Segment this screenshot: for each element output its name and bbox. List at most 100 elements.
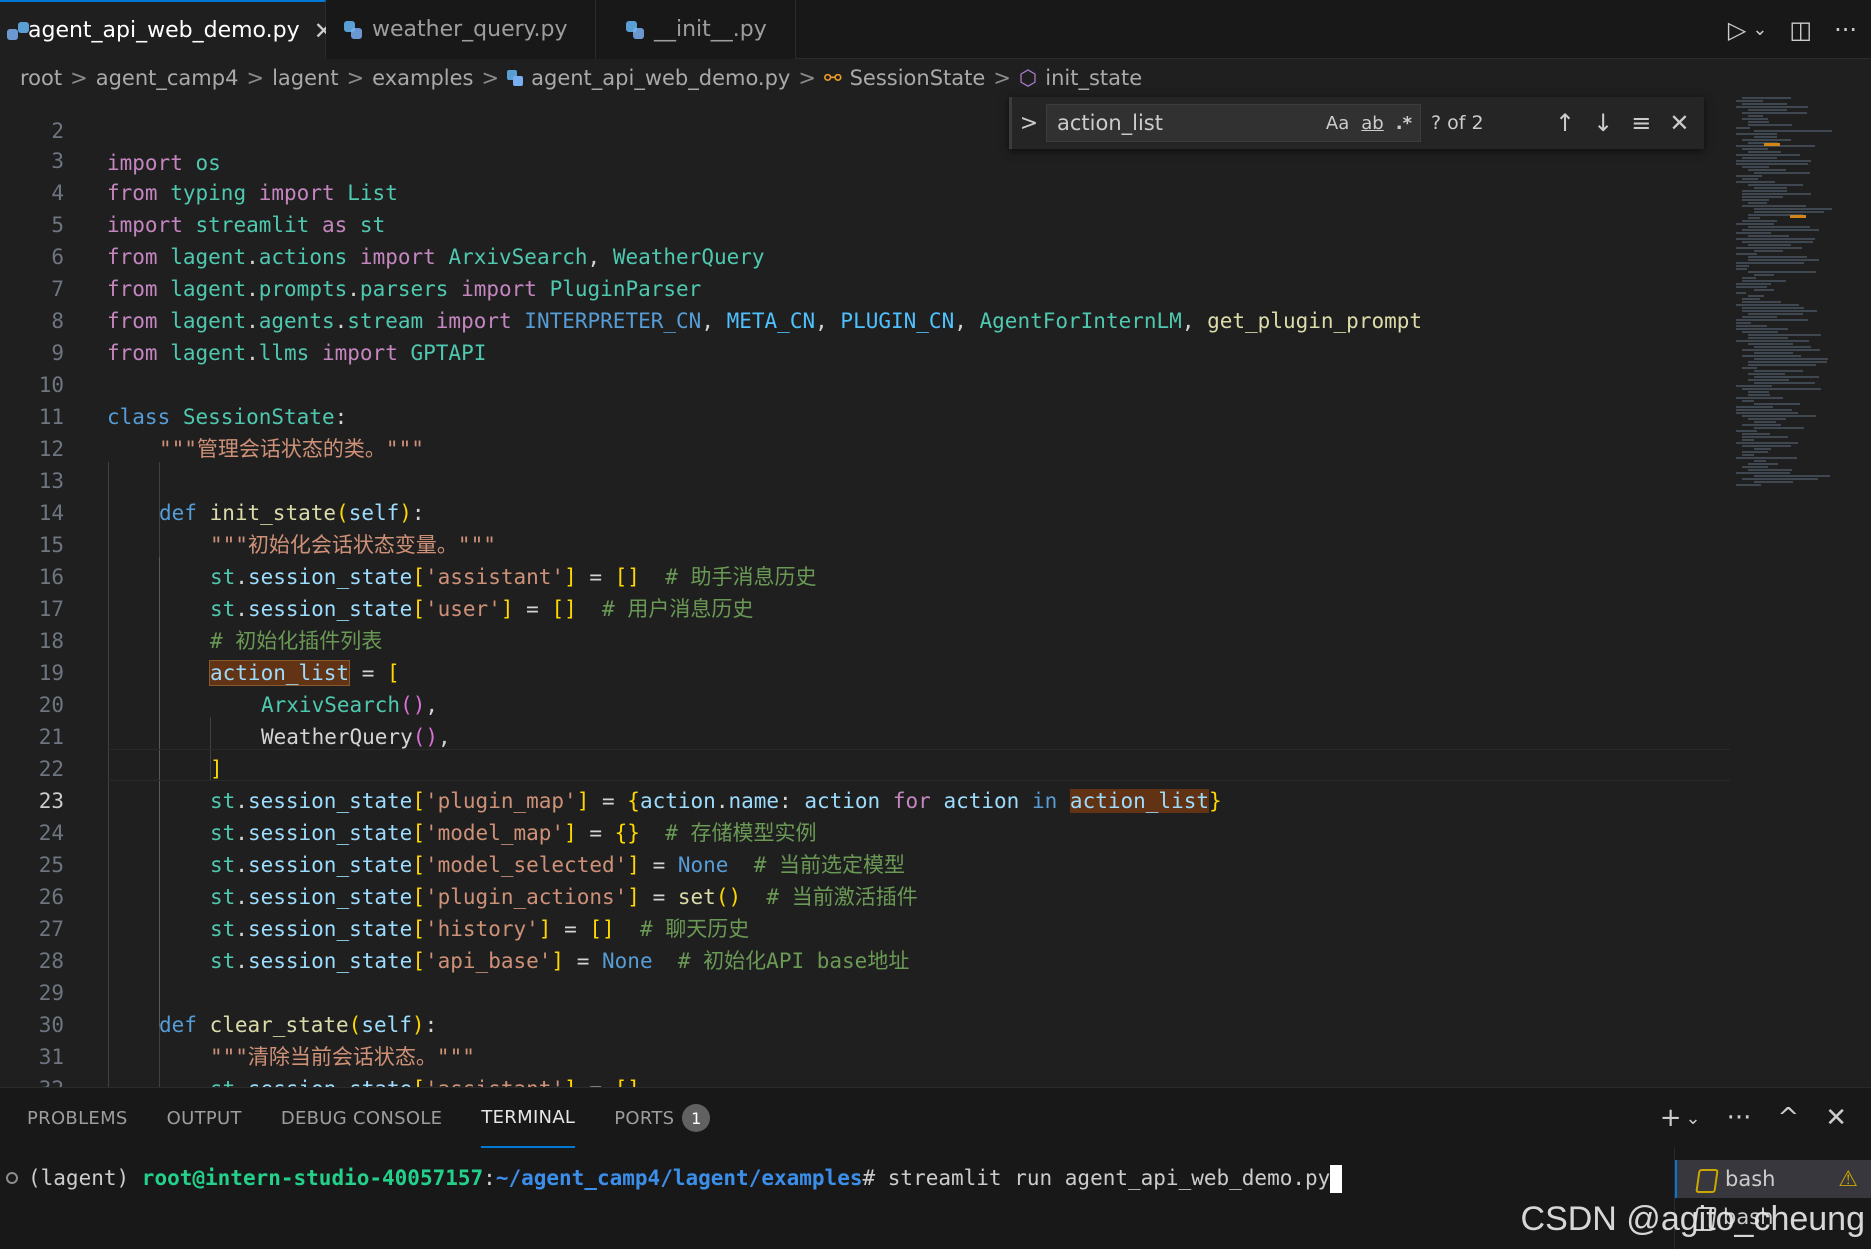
minimap-line — [1748, 334, 1822, 336]
tab-agent-api-web-demo[interactable]: agent_api_web_demo.py ✕ — [0, 0, 334, 59]
minimap-line — [1742, 439, 1754, 441]
minimap-line — [1736, 292, 1747, 294]
find-in-selection-icon[interactable]: ≡ — [1631, 109, 1651, 137]
minimap-line — [1736, 328, 1789, 330]
minimap-line — [1742, 229, 1819, 231]
code-line: 26 st.session_state['history'] = [] # 聊天… — [0, 849, 1730, 941]
code-line: 29 def clear_state(self): — [0, 945, 1730, 1037]
new-terminal-plus-icon[interactable]: + — [1660, 1103, 1682, 1133]
split-editor-icon[interactable]: ◫ — [1789, 16, 1812, 44]
minimap-line — [1754, 352, 1794, 354]
code-line: 31 st.session_state['assistant'] = [] — [0, 1009, 1730, 1087]
minimap-line — [1742, 148, 1769, 150]
match-whole-word-icon[interactable]: ab — [1361, 113, 1383, 134]
minimap-line — [1754, 382, 1815, 384]
minimap-line — [1736, 223, 1774, 225]
breadcrumb-method[interactable]: init_state — [1045, 66, 1142, 90]
minimap-line — [1748, 364, 1817, 366]
regex-icon[interactable]: .* — [1396, 113, 1412, 134]
tab-terminal[interactable]: TERMINAL — [481, 1088, 576, 1148]
minimap-line — [1742, 415, 1816, 417]
minimap-line — [1748, 217, 1760, 219]
code-line: 7 from lagent.agents.stream import INTER… — [0, 241, 1730, 333]
previous-match-arrow-up-icon[interactable]: ↑ — [1555, 109, 1575, 137]
minimap-line — [1754, 427, 1804, 429]
toggle-replace-chevron-icon[interactable]: > — [1012, 111, 1046, 136]
minimap-line — [1742, 388, 1822, 390]
minimap-line — [1742, 112, 1807, 114]
chevron-right-icon: > — [346, 66, 365, 90]
terminal-bash-icon — [1695, 1168, 1715, 1190]
terminal-prompt-line[interactable]: (lagent) root@intern-studio-40057157:~/a… — [28, 1158, 1343, 1198]
minimap-line — [1742, 157, 1777, 159]
minimap-line — [1754, 136, 1778, 138]
minimap-line — [1736, 457, 1797, 459]
minimap-line — [1742, 436, 1788, 438]
minimap-line — [1736, 340, 1809, 342]
minimap-line — [1748, 115, 1764, 117]
code-line: 28 — [0, 913, 1730, 973]
more-actions-icon[interactable]: ··· — [1727, 1103, 1752, 1133]
tab-output[interactable]: OUTPUT — [167, 1088, 242, 1148]
tab-debug-console[interactable]: DEBUG CONSOLE — [281, 1088, 443, 1148]
match-case-icon[interactable]: Aa — [1326, 113, 1349, 134]
minimap-line — [1748, 109, 1787, 111]
code-line: 22 st.session_state['plugin_map'] = {act… — [0, 721, 1730, 813]
minimap-line — [1742, 280, 1787, 282]
minimap[interactable] — [1734, 97, 1854, 497]
terminal-prompt-symbol: # — [862, 1166, 888, 1190]
terminal-cursor — [1330, 1165, 1343, 1193]
close-find-icon[interactable]: ✕ — [1669, 109, 1689, 137]
tab-weather-query[interactable]: weather_query.py — [326, 0, 596, 59]
find-input[interactable]: action_list Aa ab .* — [1046, 104, 1421, 142]
next-match-arrow-down-icon[interactable]: ↓ — [1593, 109, 1613, 137]
terminal-user-host: root@intern-studio-40057157 — [141, 1166, 484, 1190]
new-terminal-menu-chevron-icon[interactable]: ⌄ — [1686, 1108, 1701, 1129]
close-panel-icon[interactable]: ✕ — [1825, 1103, 1847, 1133]
code-line: 9 — [0, 305, 1730, 365]
watermark: CSDN @agito_cheung — [1520, 1200, 1865, 1238]
breadcrumb-class[interactable]: SessionState — [850, 66, 986, 90]
breadcrumb-agent-camp4[interactable]: agent_camp4 — [96, 66, 239, 90]
chevron-right-icon: > — [993, 66, 1011, 90]
minimap-line — [1742, 367, 1758, 369]
minimap-line — [1754, 481, 1793, 483]
minimap-line — [1748, 121, 1770, 123]
minimap-line — [1736, 322, 1751, 324]
tab-problems[interactable]: PROBLEMS — [27, 1088, 128, 1148]
terminal-command: streamlit run agent_api_web_demo.py — [887, 1166, 1331, 1190]
minimap-line — [1742, 205, 1806, 207]
minimap-line — [1748, 337, 1788, 339]
terminal-item-bash-1[interactable]: bash ⚠ — [1675, 1160, 1871, 1198]
minimap-line — [1736, 265, 1749, 267]
code-line: 27 st.session_state['api_base'] = None #… — [0, 881, 1730, 973]
terminal-path: ~/agent_camp4/lagent/examples — [495, 1166, 863, 1190]
breadcrumb-file[interactable]: agent_api_web_demo.py — [531, 66, 790, 90]
more-actions-icon[interactable]: ··· — [1834, 16, 1857, 44]
tab-ports[interactable]: PORTS 1 — [614, 1088, 711, 1148]
code-line: 10 class SessionState: — [0, 337, 1730, 429]
minimap-line — [1754, 460, 1767, 462]
code-line: 24 st.session_state['model_selected'] = … — [0, 785, 1730, 877]
warning-icon: ⚠ — [1838, 1166, 1858, 1192]
breadcrumb: root > agent_camp4 > lagent > examples >… — [0, 59, 1871, 97]
minimap-line — [1754, 370, 1803, 372]
tab-label: agent_api_web_demo.py — [28, 18, 300, 43]
tab-init[interactable]: __init__.py — [596, 0, 796, 59]
run-icon[interactable]: ▷ — [1728, 16, 1746, 44]
minimap-line — [1742, 445, 1791, 447]
code-line: 12 — [0, 401, 1730, 461]
minimap-line — [1736, 286, 1767, 288]
breadcrumb-lagent[interactable]: lagent — [272, 66, 339, 90]
minimap-line — [1742, 451, 1768, 453]
tab-ports-label: PORTS — [614, 1107, 675, 1129]
breadcrumb-root[interactable]: root — [20, 66, 62, 90]
maximize-panel-chevron-up-icon[interactable]: ^ — [1777, 1103, 1799, 1133]
terminal-colon: : — [483, 1166, 496, 1190]
minimap-line — [1748, 271, 1817, 273]
code-editor[interactable]: 2 import os 3 from typing import List 4 … — [0, 97, 1871, 1087]
minimap-line — [1754, 130, 1832, 132]
code-line: 18 action_list = [ — [0, 593, 1730, 686]
breadcrumb-examples[interactable]: examples — [372, 66, 473, 90]
run-menu-chevron-icon[interactable]: ⌄ — [1752, 19, 1767, 40]
